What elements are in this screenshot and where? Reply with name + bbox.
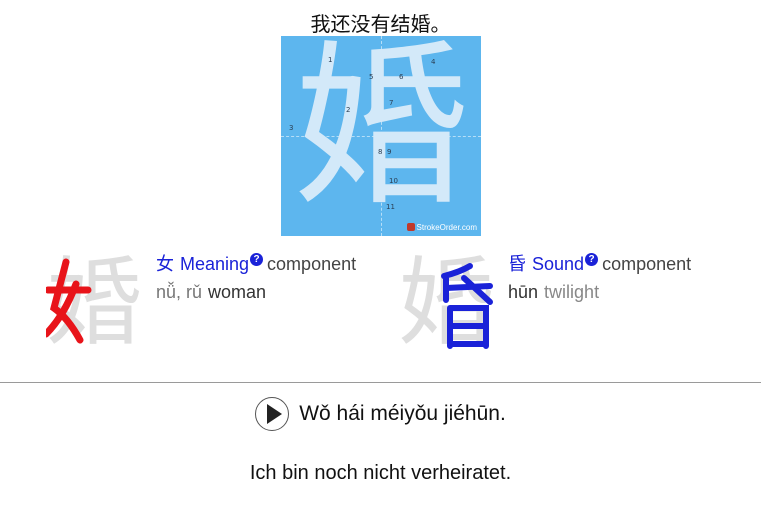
sentence-translation: Ich bin noch nicht verheiratet. — [249, 462, 512, 484]
audio-row: Wǒ hái méiyǒu jiéhūn. — [0, 397, 761, 431]
play-audio-button[interactable] — [255, 397, 290, 431]
component-suffix: component — [267, 254, 357, 274]
stroke-number: 1 — [328, 56, 333, 64]
stroke-number: 3 — [289, 124, 294, 132]
sentence-pinyin: Wǒ hái méiyǒu jiéhūn. — [299, 402, 506, 425]
component-title: 女 Meaning? component — [156, 250, 356, 276]
meaning-radical-highlight — [46, 258, 92, 344]
help-icon[interactable]: ? — [250, 253, 264, 266]
component-pinyin: nǚ, rǔ — [156, 282, 203, 302]
highlight-stroke — [46, 258, 92, 344]
component-role[interactable]: Sound — [532, 254, 584, 274]
component-pinyin: hūn — [508, 282, 539, 302]
component-title: 昏 Sound? component — [508, 250, 691, 276]
component-suffix: component — [602, 254, 692, 274]
component-details: nǚ, rǔ woman — [156, 282, 356, 303]
component-info: 女 Meaning? component nǚ, rǔ woman — [156, 250, 356, 303]
component-role[interactable]: Meaning — [180, 254, 249, 274]
component-meaning: woman — [208, 282, 267, 302]
help-icon[interactable]: ? — [585, 253, 599, 266]
stroke-number: 11 — [386, 203, 395, 211]
component-glyph: 婚 — [46, 248, 156, 358]
sound-radical-highlight — [441, 263, 493, 349]
brand-logo-icon — [406, 223, 415, 231]
stroke-order-brand[interactable]: StrokeOrder.com — [406, 223, 477, 232]
stroke-number: 10 — [389, 177, 398, 185]
component-details: hūn twilight — [508, 282, 691, 303]
component-meaning: twilight — [544, 282, 600, 302]
brand-label: StrokeOrder.com — [416, 223, 477, 232]
stroke-order-character: 婚 — [292, 36, 469, 230]
play-icon — [267, 404, 283, 424]
component-radical[interactable]: 女 — [156, 254, 174, 274]
component-radical[interactable]: 昏 — [508, 254, 526, 274]
sentence-chinese: 我还没有结婚。 — [310, 12, 451, 36]
component-glyph: 婚 — [398, 248, 508, 358]
stroke-order-animation[interactable]: 婚 1 2 3 4 5 6 7 8 9 10 11 StrokeOrder.co… — [281, 36, 481, 236]
stroke-number: 9 — [387, 148, 392, 156]
stroke-number: 6 — [399, 73, 404, 81]
highlight-stroke — [441, 263, 493, 349]
stroke-number: 8 — [378, 148, 383, 156]
stroke-number: 2 — [346, 106, 351, 114]
section-divider — [0, 382, 761, 383]
stroke-number: 5 — [369, 73, 374, 81]
stroke-number: 4 — [431, 58, 436, 66]
stroke-number: 7 — [389, 99, 394, 107]
component-info: 昏 Sound? component hūn twilight — [508, 250, 691, 303]
